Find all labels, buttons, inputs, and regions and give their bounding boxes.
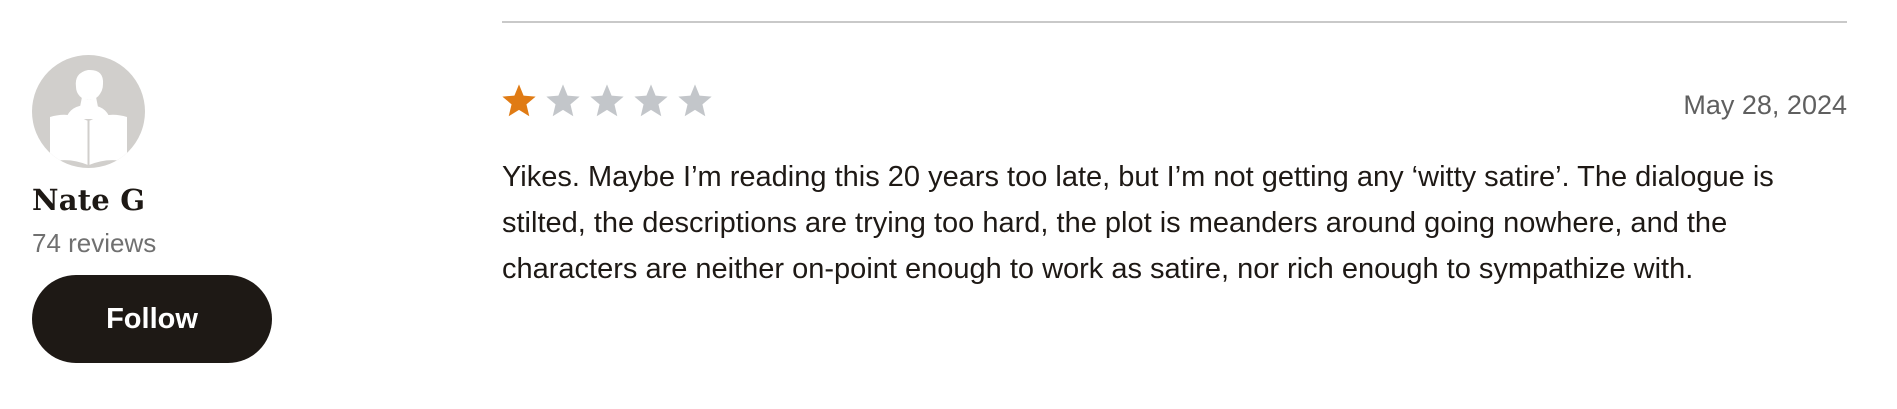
reader-silhouette-icon bbox=[50, 69, 127, 165]
reviewer-name[interactable]: Nate G bbox=[32, 180, 292, 220]
avatar[interactable] bbox=[32, 55, 145, 168]
follow-button[interactable]: Follow bbox=[32, 275, 272, 363]
reviewer-profile: Nate G 74 reviews Follow bbox=[32, 55, 292, 363]
star-filled-icon bbox=[502, 84, 536, 117]
star-empty-icon bbox=[634, 84, 668, 117]
review-date[interactable]: May 28, 2024 bbox=[1683, 88, 1847, 122]
review-text: Yikes. Maybe I’m reading this 20 years t… bbox=[502, 161, 1774, 285]
reviews-count[interactable]: 74 reviews bbox=[32, 226, 292, 260]
star-empty-icon bbox=[546, 84, 580, 117]
top-divider bbox=[502, 21, 1847, 23]
star-rating bbox=[500, 82, 714, 120]
star-empty-icon bbox=[678, 84, 712, 117]
star-empty-icon bbox=[590, 84, 624, 117]
